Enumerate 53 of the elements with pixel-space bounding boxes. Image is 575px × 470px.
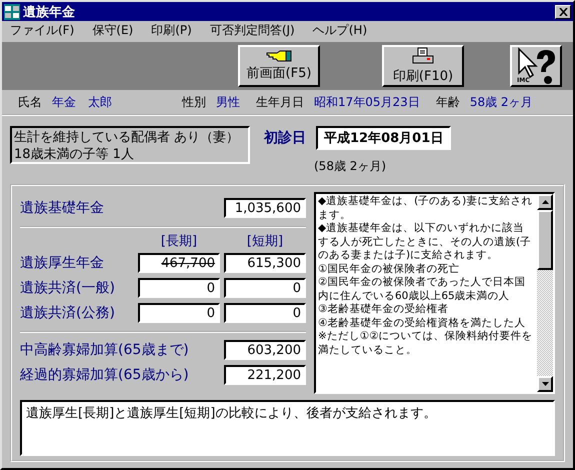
explanation-text: ◆遺族基礎年金は、以下のいずれかに該当する人が死亡したときに、その人の遺族(子のある妻または子)に支給されます。 bbox=[318, 222, 532, 262]
amount-label: 遺族共済(公務) bbox=[20, 304, 116, 322]
household-text: 生計を維持している配偶者 あり（妻） bbox=[14, 129, 240, 146]
amount-field: 0 bbox=[224, 302, 306, 322]
amount-field: 1,035,600 bbox=[224, 198, 306, 218]
explanation-text: ◆遺族基礎年金は、(子のある)妻に支給されます。 bbox=[318, 195, 534, 222]
scroll-thumb[interactable] bbox=[537, 210, 553, 270]
close-icon bbox=[558, 8, 568, 16]
amount-label: 経過的寡婦加算(65歳から) bbox=[20, 366, 190, 384]
field-label: 年齢 bbox=[436, 94, 460, 110]
amount-field: 0 bbox=[138, 302, 220, 322]
amount-field: 221,200 bbox=[224, 364, 306, 384]
menu-item[interactable]: 保守(E) bbox=[92, 22, 134, 39]
window-title: 遺族年金 bbox=[23, 4, 76, 20]
back-button[interactable]: 前画面(F5) bbox=[238, 45, 320, 87]
explanation-text: ④老齢基礎年金の受給権資格を満たした人 bbox=[318, 316, 526, 330]
amount-label: 遺族基礎年金 bbox=[20, 199, 105, 217]
printer-icon bbox=[412, 47, 434, 65]
amount-field: 467,700 bbox=[138, 252, 220, 272]
first-exam-date-field: 平成12年08月01日 bbox=[316, 126, 452, 150]
amount-field: 0 bbox=[138, 278, 220, 298]
amount-field: 603,200 bbox=[224, 340, 306, 360]
amount-field: 0 bbox=[224, 278, 306, 298]
explanation-text: ②国民年金の被保険者であった人で日本国内に住んでいる60歳以上65歳未満の人 bbox=[318, 276, 526, 303]
household-text: 18歳未満の子等 1人 bbox=[14, 146, 135, 163]
message-text: 遺族厚生[長期]と遺族厚生[短期]の比較により、後者が支給されます。 bbox=[26, 406, 436, 421]
field-value: 昭和17年05月23日 bbox=[314, 94, 420, 110]
menu-item[interactable]: 印刷(P) bbox=[151, 22, 192, 39]
field-label: 生年月日 bbox=[256, 94, 304, 110]
amount-label: 遺族共済(一般) bbox=[20, 278, 116, 296]
explanation-text: ①国民年金の被保険者の死亡 bbox=[318, 262, 460, 276]
pointing-hand-icon bbox=[266, 50, 292, 62]
field-value: 年金 太郎 bbox=[52, 94, 112, 110]
print-button[interactable]: 印刷(F10) bbox=[382, 45, 464, 87]
field-label: 氏名 bbox=[18, 94, 42, 110]
menu-item[interactable]: 可否判定問答(J) bbox=[210, 22, 295, 39]
column-header: [長期] bbox=[160, 233, 198, 250]
amount-field: 615,300 bbox=[224, 252, 306, 272]
menu-item[interactable]: ファイル(F) bbox=[10, 22, 74, 39]
scrollbar[interactable] bbox=[537, 194, 553, 392]
amount-label: 遺族厚生年金 bbox=[20, 254, 105, 272]
field-value: 男性 bbox=[216, 94, 240, 110]
first-exam-label: 初診日 bbox=[264, 129, 306, 147]
column-header: [短期] bbox=[246, 233, 284, 250]
elapsed-age-text: (58歳 2ヶ月) bbox=[314, 158, 388, 175]
amount-label: 中高齢寡婦加算(65歳まで) bbox=[20, 340, 190, 358]
app-icon bbox=[4, 4, 20, 20]
field-label: 性別 bbox=[182, 94, 206, 110]
close-button[interactable] bbox=[555, 4, 571, 18]
field-value: 58歳 2ヶ月 bbox=[470, 94, 533, 110]
explanation-text: ※ただし①②については、保険料納付要件を満たしていること。 bbox=[318, 330, 534, 357]
explanation-text: ③老齢基礎年金の受給権者 bbox=[318, 303, 450, 316]
menu-item[interactable]: ヘルプ(H) bbox=[312, 22, 368, 39]
